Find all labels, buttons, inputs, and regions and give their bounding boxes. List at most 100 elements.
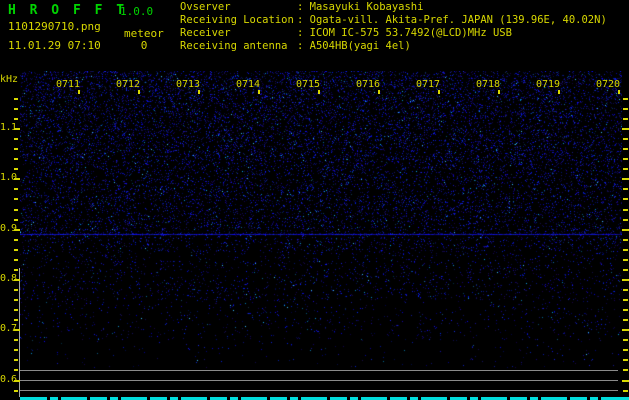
station-info: Ovserver: Masayuki Kobayashi Receiving L… <box>180 1 607 53</box>
freq-tick-right <box>622 228 629 231</box>
freq-tick-right <box>622 329 629 332</box>
freq-tick-right <box>623 218 628 221</box>
freq-tick-right <box>622 128 629 130</box>
freq-tick-right <box>623 188 628 191</box>
freq-tick-left <box>14 369 18 372</box>
freq-tick-right <box>623 117 628 120</box>
freq-tick-right <box>623 289 628 291</box>
time-tick <box>498 90 500 94</box>
plot-left-border-line <box>19 268 20 397</box>
spectrogram-canvas <box>20 71 622 397</box>
station-row-location: Receiving Location: Ogata-vill. Akita-Pr… <box>180 14 607 27</box>
time-label-0713: 0713 <box>175 79 201 90</box>
grid-line-3 <box>20 390 618 391</box>
freq-tick-left <box>14 349 18 352</box>
frequency-unit-label: kHz <box>0 74 19 85</box>
freq-tick-right <box>623 369 628 372</box>
output-filename: 1101290710.png <box>8 20 101 33</box>
receiver-label: Receiver <box>180 27 231 39</box>
freq-tick-left <box>14 188 18 191</box>
freq-tick-left <box>14 389 18 392</box>
freq-label-0.9: 0.9 <box>0 222 17 234</box>
separator: : <box>297 1 310 13</box>
freq-tick-right <box>623 138 628 141</box>
antenna-label: Receiving antenna <box>180 40 288 52</box>
freq-tick-right <box>623 208 628 211</box>
grid-line-1 <box>20 370 618 371</box>
freq-label-0.6: 0.6 <box>0 373 17 385</box>
freq-tick-left <box>14 309 18 312</box>
freq-tick-right <box>623 309 628 312</box>
time-tick <box>198 90 200 94</box>
time-label-0718: 0718 <box>475 79 501 90</box>
location-label: Receiving Location <box>180 14 294 26</box>
freq-tick-right <box>623 248 628 251</box>
freq-tick-right <box>623 389 628 392</box>
freq-tick-left <box>14 178 20 181</box>
freq-tick-right <box>623 148 628 151</box>
separator: : <box>297 40 310 52</box>
freq-tick-left <box>14 319 18 322</box>
freq-tick-left <box>14 228 20 231</box>
observer-label: Ovserver <box>180 1 231 13</box>
freq-tick-left <box>14 218 18 221</box>
freq-tick-left <box>14 208 18 211</box>
time-label-0712: 0712 <box>115 79 141 90</box>
freq-tick-left <box>14 107 18 110</box>
time-tick <box>138 90 140 94</box>
freq-tick-left <box>14 329 20 332</box>
freq-tick-right <box>623 339 628 342</box>
hrofft-window: H R O F F T 1.0.0 1101290710.png meteor … <box>0 0 629 400</box>
time-label-0714: 0714 <box>235 79 261 90</box>
freq-tick-right <box>623 238 628 241</box>
freq-tick-left <box>14 117 18 120</box>
receiver-value: ICOM IC-575 53.7492(@LCD)MHz USB <box>309 27 512 39</box>
freq-tick-left <box>14 97 18 100</box>
time-tick <box>618 90 620 94</box>
freq-tick-right <box>623 349 628 352</box>
freq-tick-right <box>623 268 628 271</box>
freq-tick-right <box>622 379 629 382</box>
freq-tick-left <box>14 138 18 141</box>
freq-tick-left <box>14 359 18 362</box>
freq-label-0.7: 0.7 <box>0 323 17 335</box>
freq-tick-left <box>14 128 20 130</box>
freq-tick-right <box>623 97 628 100</box>
observation-datetime: 11.01.29 07:10 <box>8 39 101 52</box>
station-row-observer: Ovserver: Masayuki Kobayashi <box>180 1 607 14</box>
time-tick <box>558 90 560 94</box>
freq-tick-left <box>14 258 18 261</box>
freq-label-0.8: 0.8 <box>0 272 17 284</box>
separator: : <box>297 27 310 39</box>
freq-tick-left <box>14 198 18 201</box>
freq-tick-right <box>623 258 628 261</box>
freq-tick-left <box>14 299 18 301</box>
freq-tick-left <box>14 148 18 151</box>
freq-tick-left <box>14 278 20 281</box>
time-label-0719: 0719 <box>535 79 561 90</box>
time-label-0716: 0716 <box>355 79 381 90</box>
time-label-0717: 0717 <box>415 79 441 90</box>
time-label-0715: 0715 <box>295 79 321 90</box>
app-version: 1.0.0 <box>120 5 154 18</box>
separator: : <box>297 14 310 26</box>
time-tick <box>378 90 380 94</box>
station-row-antenna: Receiving antenna: A504HB(yagi 4el) <box>180 40 607 53</box>
station-row-receiver: Receiver: ICOM IC-575 53.7492(@LCD)MHz U… <box>180 27 607 40</box>
freq-tick-right <box>623 107 628 110</box>
freq-tick-left <box>14 289 18 291</box>
freq-tick-right <box>623 158 628 161</box>
freq-tick-left <box>14 248 18 251</box>
freq-tick-right <box>623 168 628 171</box>
meteor-count: 0 <box>140 39 148 52</box>
freq-tick-left <box>14 168 18 171</box>
time-tick <box>78 90 80 94</box>
antenna-value: A504HB(yagi 4el) <box>309 40 411 52</box>
freq-tick-left <box>14 339 18 342</box>
time-tick <box>438 90 440 94</box>
time-label-0711: 0711 <box>55 79 81 90</box>
freq-tick-right <box>622 278 629 281</box>
freq-tick-left <box>14 158 18 161</box>
freq-tick-left <box>14 379 20 382</box>
freq-tick-left <box>14 238 18 241</box>
